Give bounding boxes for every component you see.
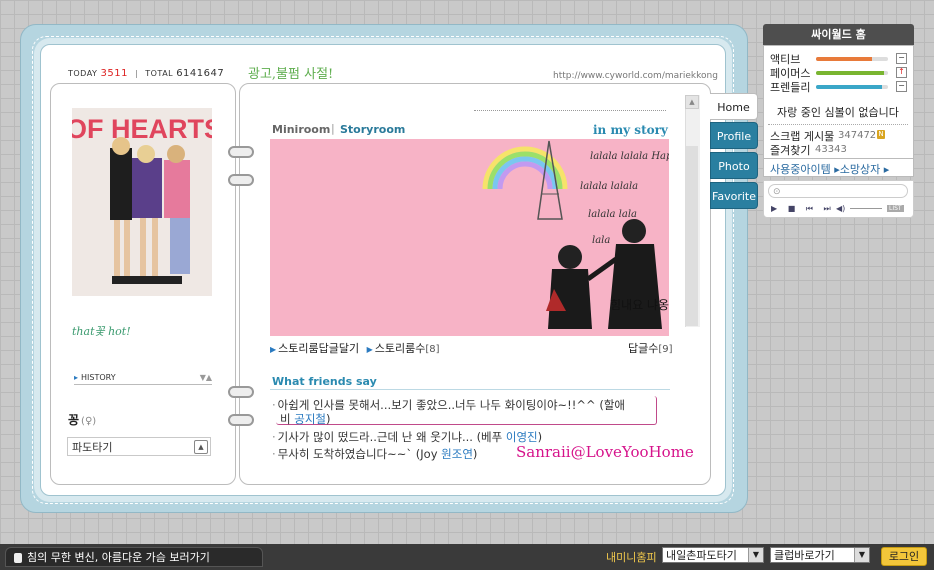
meter-label: 프렌들리 (770, 81, 811, 94)
divider (474, 110, 666, 111)
login-button[interactable]: 로그인 (881, 547, 927, 566)
active-meter (816, 57, 888, 61)
tab-miniroom[interactable]: Miniroom (272, 123, 330, 136)
homepage-title: 광고,불펌 사절! (248, 67, 334, 82)
tab-photo[interactable]: Photo (710, 152, 758, 179)
story-count-link[interactable]: 스토리룸수 (375, 342, 426, 355)
storyroom-image-text: lalala lalala Happy lalala (590, 151, 669, 162)
friendly-meter (816, 85, 888, 89)
svg-text:lalala lalala: lalala lalala (580, 181, 638, 192)
owner-name: 꽁 (♀) (68, 413, 97, 427)
ad-banner[interactable]: 침의 무한 변신, 아름다운 가슴 보러가기 (5, 547, 263, 567)
tab-storyroom[interactable]: Storyroom (340, 123, 405, 136)
friend-name-link[interactable]: 공지철 (294, 412, 326, 426)
divider (763, 158, 914, 159)
player-controls[interactable]: ▶ ■ ⏮ ⏭ (771, 204, 835, 214)
watermark: Sanraii@LoveYooHome (516, 443, 694, 461)
storyroom-links: ▶ 스토리룸답글달기 ▶ 스토리룸수[8] (270, 340, 440, 356)
tab-home[interactable]: Home (710, 93, 758, 120)
player-search-input[interactable]: ⊙ (768, 184, 908, 198)
history-toggle[interactable]: ▸ HISTORY ▼▲ (74, 373, 212, 385)
items-link[interactable]: 사용중아이템 ▸소망상자 ▸ (770, 161, 889, 177)
favorites-label[interactable]: 즐겨찾기 (770, 142, 810, 158)
divider (768, 124, 908, 125)
reply-count: 답글수[9] (628, 342, 673, 355)
expand-arrows-icon[interactable]: ▼▲ (200, 373, 212, 382)
cyworld-home-header[interactable]: 싸이월드 홈 (763, 24, 914, 45)
friend-comment: · 기사가 많이 떴드라..근데 난 왜 웃기냐... (베푸 이영진) (272, 430, 543, 444)
today-label: TODAY (68, 69, 98, 78)
arrow-up-icon[interactable]: ↑ (896, 67, 907, 78)
svg-text:lalala lala: lalala lala (588, 209, 637, 220)
history-label: HISTORY (81, 373, 116, 382)
triangle-right-icon: ▸ (74, 373, 79, 382)
triangle-right-icon: ▶ (270, 345, 277, 354)
symbol-status: 자랑 중인 심볼이 없습니다 (777, 106, 899, 119)
ilchon-pado-select[interactable]: 내일촌파도타기 ▼ (662, 547, 764, 563)
pado-select[interactable]: 파도타기 ▲ (67, 437, 211, 456)
search-icon: ⊙ (773, 187, 781, 197)
my-minihompy-link[interactable]: 내미니홈피 (606, 549, 657, 565)
tab-profile[interactable]: Profile (710, 122, 758, 149)
ad-text: 침의 무한 변신, 아름다운 가슴 보러가기 (27, 551, 210, 564)
friend-name-link[interactable]: 원조연 (441, 447, 473, 461)
storyroom-image[interactable]: lalala lalala Happy lalala lalala lalala… (270, 139, 669, 336)
scrap-count: 347472 (838, 130, 877, 141)
profile-note: that꽃 hot! (72, 325, 131, 338)
owner-gender: (♀) (81, 416, 97, 427)
homepage-url[interactable]: http://www.cyworld.com/mariekkong (553, 71, 718, 81)
binder-ring (228, 414, 254, 426)
section-heading: in my story (593, 123, 668, 137)
story-reply-link[interactable]: 스토리룸답글달기 (278, 342, 359, 355)
phone-icon (14, 553, 22, 563)
svg-text:lala: lala (592, 235, 610, 246)
total-label: TOTAL (145, 69, 174, 78)
famous-meter (816, 71, 888, 75)
profile-photo-caption: OF HEARTS (72, 114, 212, 144)
chevron-up-icon[interactable]: ▲ (194, 440, 208, 454)
club-shortcut-select[interactable]: 클럽바로가기 ▼ (770, 547, 870, 563)
minus-icon[interactable]: − (896, 53, 907, 64)
story-count: [8] (425, 344, 440, 355)
volume-icon[interactable]: ◀) (836, 204, 845, 213)
player-list-button[interactable]: LIST (887, 205, 904, 212)
scroll-thumb[interactable] (686, 146, 698, 326)
chevron-down-icon[interactable]: ▼ (748, 548, 763, 562)
friend-name-link[interactable]: 이영진 (506, 430, 538, 444)
tab-favorite[interactable]: Favorite (710, 182, 758, 209)
friends-say-title: What friends say (272, 375, 377, 388)
total-count: 6141647 (176, 68, 225, 79)
divider (270, 389, 670, 390)
profile-photo[interactable]: OF HEARTS (72, 108, 212, 296)
favorites-count: 43343 (815, 144, 847, 155)
chevron-down-icon[interactable]: ▼ (854, 548, 869, 562)
scroll-up-icon[interactable]: ▲ (685, 95, 699, 109)
visitor-counter: TODAY 3511 | TOTAL 6141647 (68, 68, 225, 79)
binder-ring (228, 386, 254, 398)
binder-ring (228, 146, 254, 158)
today-count: 3511 (100, 68, 128, 79)
minus-icon[interactable]: − (896, 81, 907, 92)
triangle-right-icon: ▶ (366, 345, 373, 354)
new-badge: N (877, 130, 885, 139)
friend-comment-cont: 비 공지철) (280, 412, 331, 426)
volume-slider[interactable] (850, 208, 882, 209)
friend-comment: · 무사히 도착하였습니다~~` (Joy 원조연) (272, 447, 478, 461)
binder-ring (228, 174, 254, 186)
storyroom-image-caption: 힘내요 냐옹 (610, 298, 669, 312)
tab-separator: | (331, 122, 335, 135)
pado-label: 파도타기 (72, 441, 113, 454)
